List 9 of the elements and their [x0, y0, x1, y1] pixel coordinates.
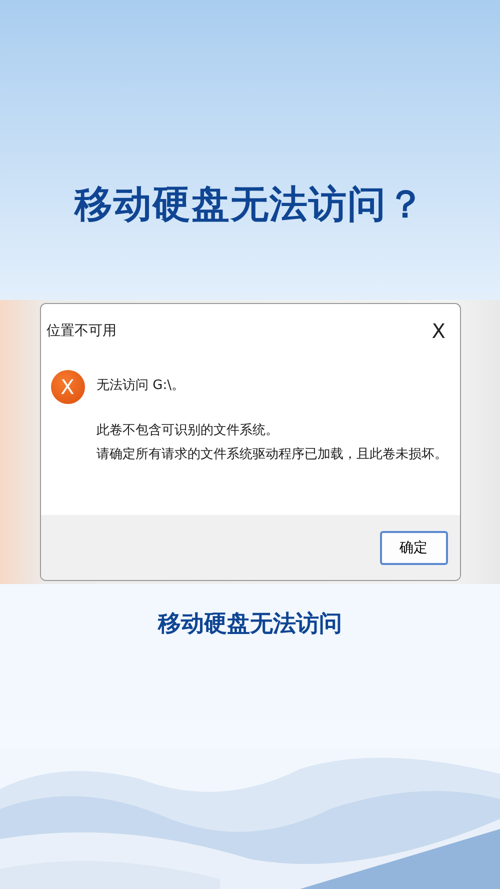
error-message: 无法访问 G:\。	[96, 377, 186, 394]
close-button[interactable]: X	[428, 319, 450, 343]
ok-button[interactable]: 确定	[380, 530, 448, 564]
detail-text: 请确定所有请求的文件系统驱动程序已加载，且此卷未损坏。	[96, 446, 448, 464]
dialog-title: 位置不可用	[46, 322, 116, 340]
subtitle: 移动硬盘无法访问	[156, 610, 343, 639]
detail-text: 此卷不包含可识别的文件系统。	[96, 422, 280, 440]
headline: 移动硬盘无法访问？	[74, 181, 426, 228]
error-icon: X	[50, 370, 84, 404]
